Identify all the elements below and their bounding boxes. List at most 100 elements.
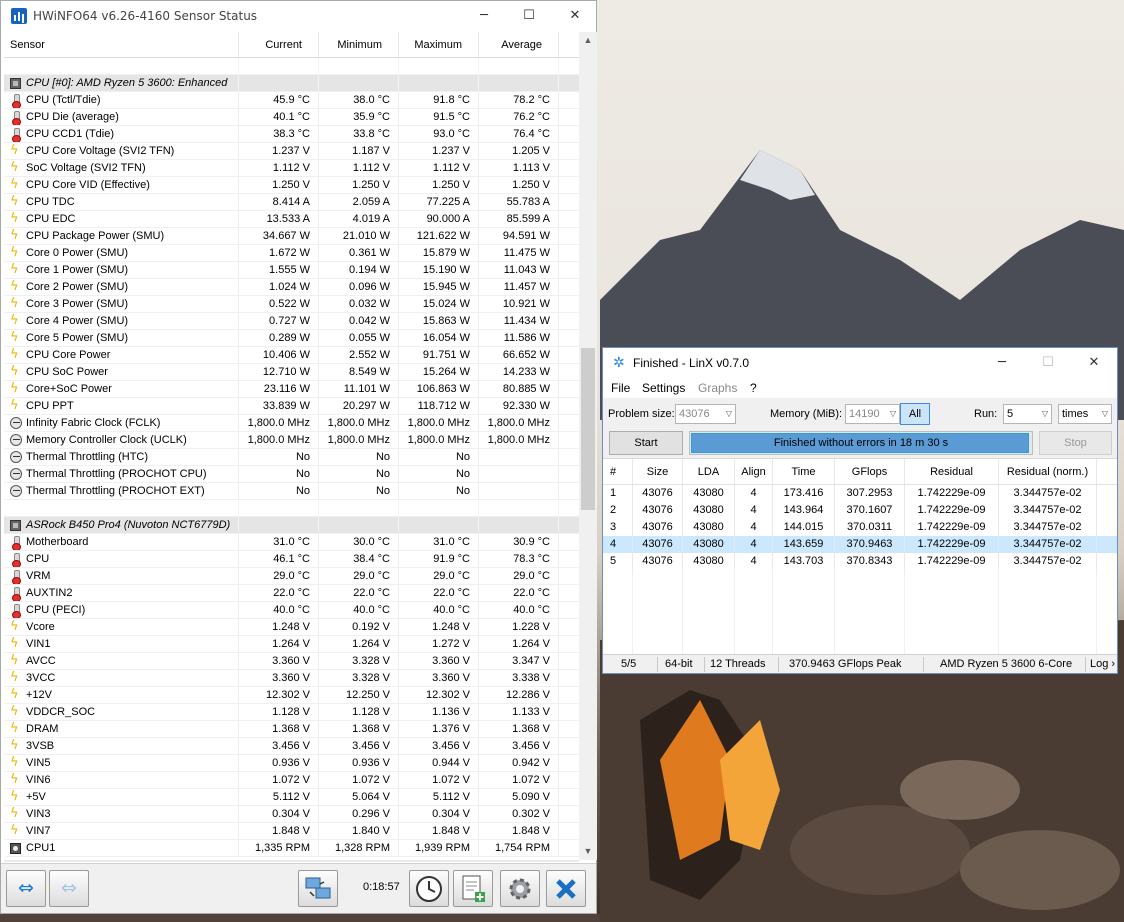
column-header-maximum[interactable]: Maximum [399, 32, 479, 57]
sensor-row[interactable]: ϟ Core 3 Power (SMU) 0.522 W 0.032 W 15.024 … [4, 296, 579, 313]
menu-help[interactable]: ? [750, 381, 757, 395]
sensor-row[interactable]: ϟ CPU Core Power 10.406 W 2.552 W 91.751 W 66… [4, 347, 579, 364]
sensor-group-header[interactable]: CPU [#0]: AMD Ryzen 5 3600: Enhanced [4, 75, 579, 92]
column-header-current[interactable]: Current [239, 32, 319, 57]
sensor-row[interactable]: ϟ Core 5 Power (SMU) 0.289 W 0.055 W 16.054 … [4, 330, 579, 347]
sensor-name: ϟ Vcore [4, 619, 239, 635]
hwinfo-window: HWiNFO64 v6.26-4160 Sensor Status ─ ☐ ✕ … [0, 0, 597, 914]
sensor-row[interactable]: ϟ VIN7 1.848 V 1.840 V 1.848 V 1.848 V [4, 823, 579, 840]
sensor-row[interactable]: ϟ Vcore 1.248 V 0.192 V 1.248 V 1.228 V [4, 619, 579, 636]
sensor-row[interactable]: ϟ CPU Package Power (SMU) 34.667 W 21.010 W… [4, 228, 579, 245]
sensor-row[interactable]: ϟ 3VSB 3.456 V 3.456 V 3.456 V 3.456 V [4, 738, 579, 755]
close-sensors-button[interactable] [546, 870, 586, 907]
column-header-minimum[interactable]: Minimum [319, 32, 399, 57]
sensor-row[interactable]: CPU1 1,335 RPM 1,328 RPM 1,939 RPM 1,754 RPM [4, 840, 579, 857]
sensor-row[interactable]: ϟ CPU SoC Power 12.710 W 8.549 W 15.264 W 14.… [4, 364, 579, 381]
close-button[interactable]: ✕ [552, 1, 598, 31]
column-header-lda[interactable]: LDA [683, 459, 735, 484]
sensor-row[interactable]: ϟ +5V 5.112 V 5.064 V 5.112 V 5.090 V [4, 789, 579, 806]
result-row[interactable]: 3 43076 43080 4 144.015 370.0311 1.742229e-09 3… [603, 519, 1117, 536]
column-header-index[interactable]: # [603, 459, 633, 484]
logging-button[interactable] [453, 870, 493, 907]
column-header-time[interactable]: Time [773, 459, 835, 484]
sensor-row[interactable]: ϟ CPU EDC 13.533 A 4.019 A 90.000 A 85.599 A [4, 211, 579, 228]
result-row[interactable]: 5 43076 43080 4 143.703 370.8343 1.742229e-09 3… [603, 553, 1117, 570]
sensor-name: ϟ Core 2 Power (SMU) [4, 279, 239, 295]
average-value-text: 3.338 V [512, 672, 550, 684]
sensor-row[interactable]: Thermal Throttling (HTC) No No No [4, 449, 579, 466]
column-header-align[interactable]: Align [735, 459, 773, 484]
sensor-row[interactable]: Thermal Throttling (PROCHOT CPU) No No No [4, 466, 579, 483]
sensor-row[interactable]: ϟ VIN5 0.936 V 0.936 V 0.944 V 0.942 V [4, 755, 579, 772]
linx-minimize-button[interactable]: ─ [979, 348, 1025, 378]
reset-timer-button[interactable] [409, 870, 449, 907]
sensor-row[interactable]: ϟ AVCC 3.360 V 3.328 V 3.360 V 3.347 V [4, 653, 579, 670]
sensor-row[interactable]: ϟ SoC Voltage (SVI2 TFN) 1.112 V 1.112 V 1.1… [4, 160, 579, 177]
column-header-gflops[interactable]: GFlops [835, 459, 905, 484]
hwinfo-titlebar[interactable]: HWiNFO64 v6.26-4160 Sensor Status ─ ☐ ✕ [1, 1, 596, 31]
menu-settings[interactable]: Settings [642, 381, 685, 395]
sensor-row[interactable]: ϟ Core 4 Power (SMU) 0.727 W 0.042 W 15.863 … [4, 313, 579, 330]
run-label: Run: [974, 408, 998, 420]
sensor-scrollbar[interactable]: ▲ ▼ [579, 32, 597, 860]
all-memory-button[interactable]: All [900, 403, 930, 425]
linx-parameters: Problem size: 43076 ▽ Memory (MiB): 1419… [603, 398, 1117, 430]
sensor-row[interactable]: ϟ CPU Core Voltage (SVI2 TFN) 1.237 V 1.187… [4, 143, 579, 160]
sensor-row[interactable]: CPU 46.1 °C 38.4 °C 91.9 °C 78.3 °C [4, 551, 579, 568]
run-count-combo[interactable]: 5 ▽ [1003, 404, 1052, 424]
sensor-row[interactable]: ϟ VDDCR_SOC 1.128 V 1.128 V 1.136 V 1.133 V [4, 704, 579, 721]
result-row[interactable]: 2 43076 43080 4 143.964 370.1607 1.742229e-09 3… [603, 502, 1117, 519]
result-row[interactable]: 1 43076 43080 4 173.416 307.2953 1.742229e-09 3… [603, 485, 1117, 502]
sensor-row[interactable]: ϟ VIN3 0.304 V 0.296 V 0.304 V 0.302 V [4, 806, 579, 823]
column-header-sensor[interactable]: Sensor [4, 32, 239, 57]
sensor-row[interactable]: AUXTIN2 22.0 °C 22.0 °C 22.0 °C 22.0 °C [4, 585, 579, 602]
sensor-row[interactable]: ϟ Core 1 Power (SMU) 1.555 W 0.194 W 15.190 … [4, 262, 579, 279]
empty-row [603, 587, 1117, 604]
memory-label: Memory (MiB): [770, 408, 843, 420]
sensor-row[interactable]: CPU (PECI) 40.0 °C 40.0 °C 40.0 °C 40.0 °C [4, 602, 579, 619]
result-row[interactable]: 4 43076 43080 4 143.659 370.9463 1.742229e-09 3… [603, 536, 1117, 553]
minimize-button[interactable]: ─ [461, 1, 507, 31]
sensor-row[interactable]: VRM 29.0 °C 29.0 °C 29.0 °C 29.0 °C [4, 568, 579, 585]
column-header-average[interactable]: Average [479, 32, 559, 57]
sensor-row[interactable]: ϟ Core+SoC Power 23.116 W 11.101 W 106.863 W… [4, 381, 579, 398]
sensor-row[interactable]: ϟ 3VCC 3.360 V 3.328 V 3.360 V 3.338 V [4, 670, 579, 687]
collapse-columns-button[interactable]: ⇔ [49, 870, 89, 907]
settings-button[interactable] [500, 870, 540, 907]
sensor-row[interactable]: Memory Controller Clock (UCLK) 1,800.0 MH… [4, 432, 579, 449]
lightning-icon: ϟ [10, 347, 19, 362]
sensor-group-header[interactable]: ASRock B450 Pro4 (Nuvoton NCT6779D) [4, 517, 579, 534]
column-header-residual[interactable]: Residual [905, 459, 999, 484]
column-header-size[interactable]: Size [633, 459, 683, 484]
linx-titlebar[interactable]: ✲ Finished - LinX v0.7.0 ─ ☐ ✕ [603, 348, 1117, 378]
sensor-row[interactable]: ϟ Core 0 Power (SMU) 1.672 W 0.361 W 15.879 … [4, 245, 579, 262]
menu-file[interactable]: File [611, 381, 630, 395]
sensor-row[interactable]: CPU CCD1 (Tdie) 38.3 °C 33.8 °C 93.0 °C 76.4… [4, 126, 579, 143]
sensor-row[interactable]: ϟ VIN1 1.264 V 1.264 V 1.272 V 1.264 V [4, 636, 579, 653]
maximize-button[interactable]: ☐ [506, 1, 552, 31]
scroll-down-arrow-icon[interactable]: ▼ [579, 843, 597, 860]
scroll-up-arrow-icon[interactable]: ▲ [579, 32, 597, 49]
linx-close-button[interactable]: ✕ [1071, 348, 1117, 378]
sensor-row[interactable]: CPU (Tctl/Tdie) 45.9 °C 38.0 °C 91.8 °C 78.2… [4, 92, 579, 109]
run-unit-combo[interactable]: times ▽ [1058, 404, 1112, 424]
sensor-row[interactable]: ϟ +12V 12.302 V 12.250 V 12.302 V 12.286 V [4, 687, 579, 704]
start-button[interactable]: Start [609, 431, 683, 455]
sensor-row[interactable]: ϟ CPU PPT 33.839 W 20.297 W 118.712 W 92.330 … [4, 398, 579, 415]
sensor-row[interactable]: ϟ DRAM 1.368 V 1.368 V 1.376 V 1.368 V [4, 721, 579, 738]
sensor-row[interactable]: Thermal Throttling (PROCHOT EXT) No No No [4, 483, 579, 500]
scroll-thumb[interactable] [581, 348, 595, 510]
sensor-row[interactable]: CPU Die (average) 40.1 °C 35.9 °C 91.5 °C 76… [4, 109, 579, 126]
sensor-row[interactable]: Motherboard 31.0 °C 30.0 °C 31.0 °C 30.9 °C [4, 534, 579, 551]
network-button[interactable] [298, 870, 338, 907]
log-toggle[interactable]: Log › [1090, 658, 1115, 670]
expand-columns-button[interactable]: ⇔ [6, 870, 46, 907]
sensor-row[interactable]: ϟ CPU TDC 8.414 A 2.059 A 77.225 A 55.783 A [4, 194, 579, 211]
sensor-row[interactable]: ϟ Core 2 Power (SMU) 1.024 W 0.096 W 15.945 … [4, 279, 579, 296]
column-header-residual-norm[interactable]: Residual (norm.) [999, 459, 1097, 484]
average-value: 1.264 V [479, 636, 559, 652]
average-value-text: 76.4 °C [513, 128, 550, 140]
sensor-row[interactable]: ϟ CPU Core VID (Effective) 1.250 V 1.250 V 1… [4, 177, 579, 194]
sensor-row[interactable]: Infinity Fabric Clock (FCLK) 1,800.0 MHz 1… [4, 415, 579, 432]
sensor-row[interactable]: ϟ VIN6 1.072 V 1.072 V 1.072 V 1.072 V [4, 772, 579, 789]
